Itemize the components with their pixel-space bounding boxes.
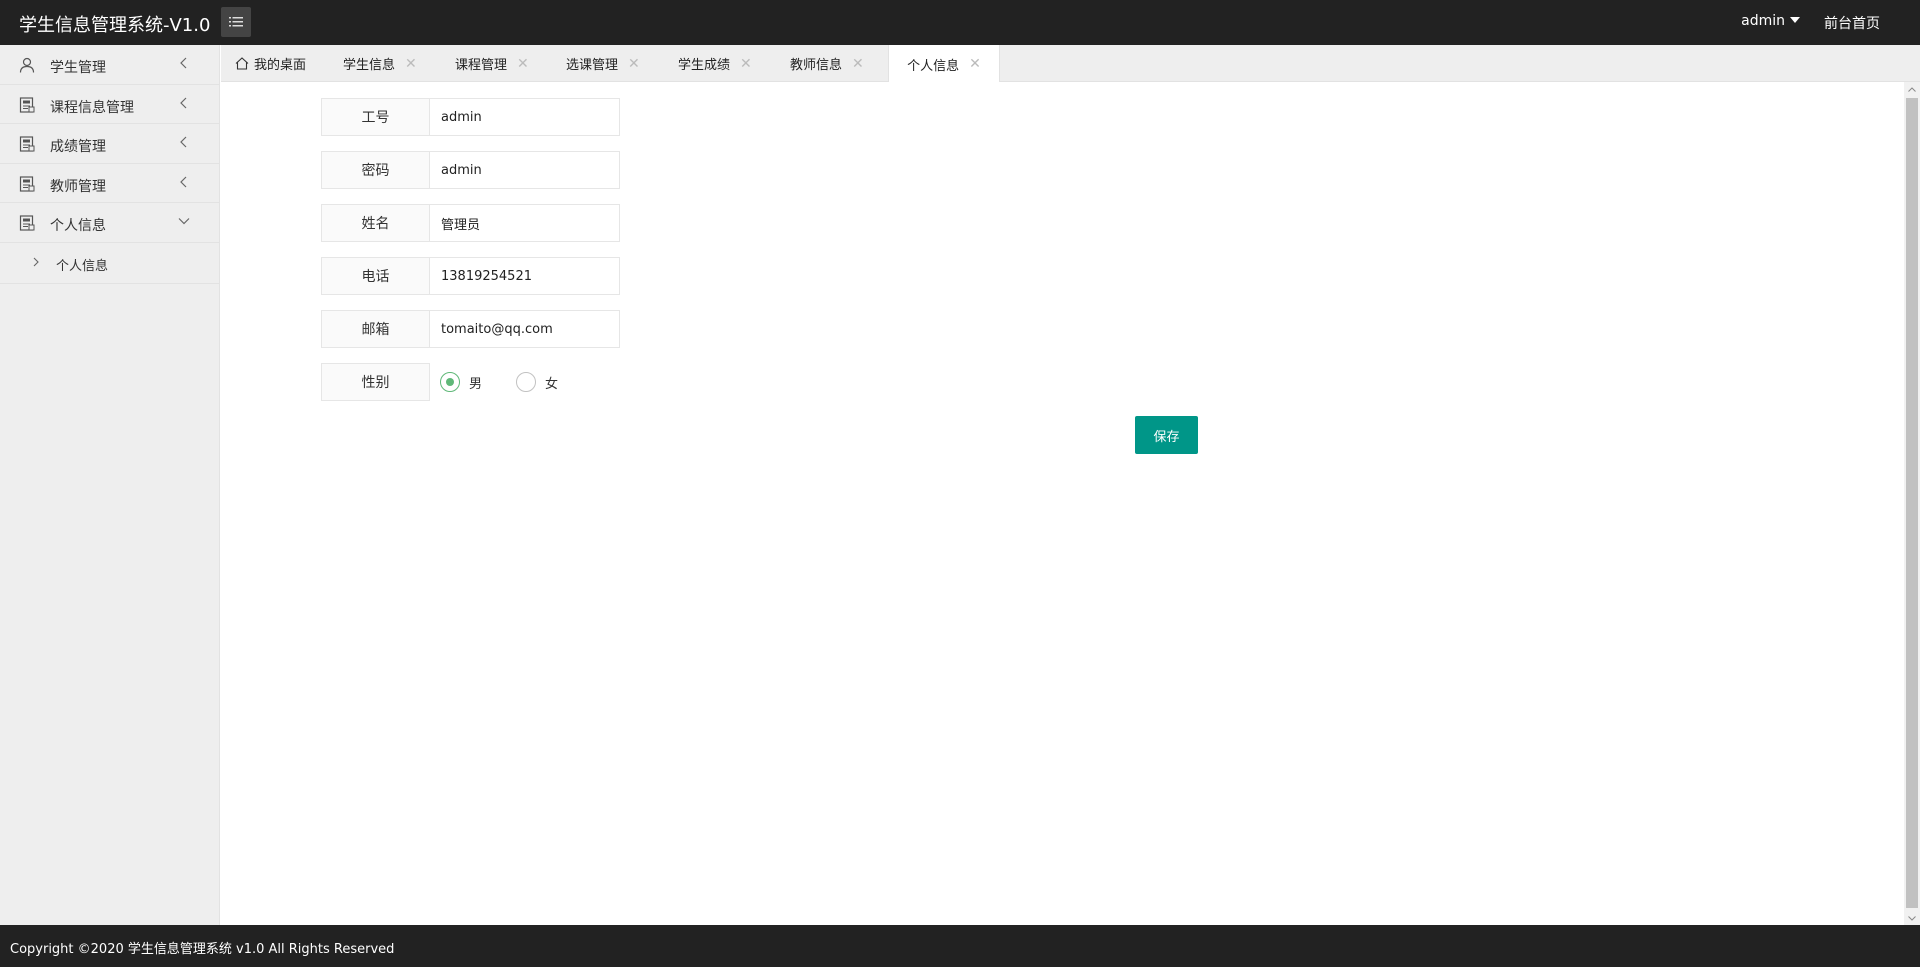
tab-personal-info[interactable]: 个人信息 ✕ bbox=[888, 45, 1000, 83]
tab-label: 选课管理 bbox=[566, 58, 619, 73]
chevron-left-icon bbox=[180, 97, 187, 108]
vertical-scrollbar[interactable] bbox=[1904, 82, 1920, 925]
close-icon[interactable]: ✕ bbox=[740, 56, 752, 72]
tab-bar: 我的桌面 学生信息 ✕ 课程管理 ✕ 选课管理 ✕ 学生成绩 ✕ 教师信息 ✕ … bbox=[221, 45, 1920, 83]
sidebar-item-label: 课程信息管理 bbox=[50, 99, 134, 116]
close-icon[interactable]: ✕ bbox=[405, 56, 417, 72]
tab-label: 学生成绩 bbox=[678, 58, 731, 73]
sidebar-item-student-management[interactable]: 学生管理 bbox=[0, 45, 219, 85]
chevron-right-icon bbox=[33, 257, 39, 266]
sidebar-item-course-management[interactable]: 课程信息管理 bbox=[0, 85, 219, 124]
field-label: 邮箱 bbox=[321, 310, 430, 348]
chevron-down-icon bbox=[178, 218, 190, 225]
gender-radio-group: 男 女 bbox=[440, 363, 592, 401]
tab-course-management[interactable]: 课程管理 ✕ bbox=[455, 45, 529, 82]
password-input[interactable] bbox=[430, 151, 620, 189]
user-menu[interactable]: admin bbox=[1741, 13, 1800, 29]
chevron-left-icon bbox=[180, 176, 187, 187]
tab-label: 个人信息 bbox=[907, 58, 960, 74]
form-row-phone: 电话 bbox=[321, 257, 620, 295]
home-icon bbox=[235, 57, 249, 70]
field-label: 电话 bbox=[321, 257, 430, 295]
sidebar-item-personal-info[interactable]: 个人信息 bbox=[0, 203, 219, 243]
front-page-link[interactable]: 前台首页 bbox=[1824, 13, 1880, 33]
chevron-left-icon bbox=[180, 57, 187, 69]
tab-student-grades[interactable]: 学生成绩 ✕ bbox=[678, 45, 752, 82]
main-content: 工号 密码 姓名 电话 邮箱 性别 男 女 保存 bbox=[221, 82, 1904, 925]
field-label: 姓名 bbox=[321, 204, 430, 242]
document-icon bbox=[19, 175, 35, 192]
app-logo: 学生信息管理系统-V1.0 bbox=[19, 15, 211, 36]
tab-label: 学生信息 bbox=[343, 58, 396, 73]
user-name: admin bbox=[1741, 13, 1785, 29]
form-row-gender: 性别 男 女 bbox=[321, 363, 592, 401]
form-row-id: 工号 bbox=[321, 98, 620, 136]
employee-id-input[interactable] bbox=[430, 98, 620, 136]
save-button[interactable]: 保存 bbox=[1135, 416, 1198, 454]
sidebar: 学生管理 课程信息管理 成绩管理 教师管理 个人信息 个人信息 bbox=[0, 45, 220, 925]
scrollbar-thumb[interactable] bbox=[1906, 98, 1918, 908]
document-icon bbox=[19, 136, 35, 152]
close-icon[interactable]: ✕ bbox=[517, 56, 529, 72]
field-label: 密码 bbox=[321, 151, 430, 189]
tab-my-desktop[interactable]: 我的桌面 bbox=[235, 45, 306, 82]
name-input[interactable] bbox=[430, 204, 620, 242]
copyright-text: Copyright ©2020 学生信息管理系统 v1.0 All Rights… bbox=[10, 942, 395, 957]
email-input[interactable] bbox=[430, 310, 620, 348]
sidebar-item-grade-management[interactable]: 成绩管理 bbox=[0, 124, 219, 164]
tab-label: 课程管理 bbox=[455, 58, 508, 73]
scroll-up-arrow-icon[interactable] bbox=[1904, 82, 1920, 96]
tab-student-info[interactable]: 学生信息 ✕ bbox=[343, 45, 417, 82]
radio-label: 女 bbox=[545, 376, 559, 392]
user-icon bbox=[19, 57, 35, 73]
tab-teacher-info[interactable]: 教师信息 ✕ bbox=[790, 45, 864, 82]
radio-unchecked-icon bbox=[516, 372, 537, 392]
footer: Copyright ©2020 学生信息管理系统 v1.0 All Rights… bbox=[0, 925, 1920, 967]
close-icon[interactable]: ✕ bbox=[628, 56, 640, 72]
sidebar-item-label: 成绩管理 bbox=[50, 139, 106, 155]
tab-course-selection[interactable]: 选课管理 ✕ bbox=[566, 45, 640, 82]
sidebar-item-teacher-management[interactable]: 教师管理 bbox=[0, 164, 219, 203]
gender-radio-female[interactable]: 女 bbox=[516, 372, 558, 392]
sidebar-subitem-personal-info[interactable]: 个人信息 bbox=[0, 243, 219, 284]
menu-toggle-button[interactable] bbox=[221, 7, 251, 37]
sidebar-item-label: 教师管理 bbox=[50, 178, 106, 195]
phone-input[interactable] bbox=[430, 257, 620, 295]
form-row-name: 姓名 bbox=[321, 204, 620, 242]
tab-label: 教师信息 bbox=[790, 58, 843, 73]
field-label: 性别 bbox=[321, 363, 430, 401]
tab-label: 我的桌面 bbox=[254, 58, 307, 73]
form-row-password: 密码 bbox=[321, 151, 620, 189]
sidebar-subitem-label: 个人信息 bbox=[56, 258, 109, 274]
document-icon bbox=[19, 96, 35, 113]
top-header: 学生信息管理系统-V1.0 admin 前台首页 bbox=[0, 0, 1920, 45]
radio-label: 男 bbox=[469, 376, 483, 392]
radio-checked-icon bbox=[440, 372, 460, 392]
document-icon bbox=[19, 215, 35, 231]
scroll-down-arrow-icon[interactable] bbox=[1904, 911, 1920, 925]
form-row-email: 邮箱 bbox=[321, 310, 620, 348]
field-label: 工号 bbox=[321, 98, 430, 136]
sidebar-item-label: 个人信息 bbox=[50, 218, 106, 234]
list-icon bbox=[229, 17, 243, 27]
close-icon[interactable]: ✕ bbox=[852, 56, 864, 72]
caret-down-icon bbox=[1790, 17, 1800, 23]
gender-radio-male[interactable]: 男 bbox=[440, 372, 482, 392]
chevron-left-icon bbox=[180, 136, 187, 148]
sidebar-item-label: 学生管理 bbox=[50, 60, 106, 76]
close-icon[interactable]: ✕ bbox=[969, 56, 981, 72]
